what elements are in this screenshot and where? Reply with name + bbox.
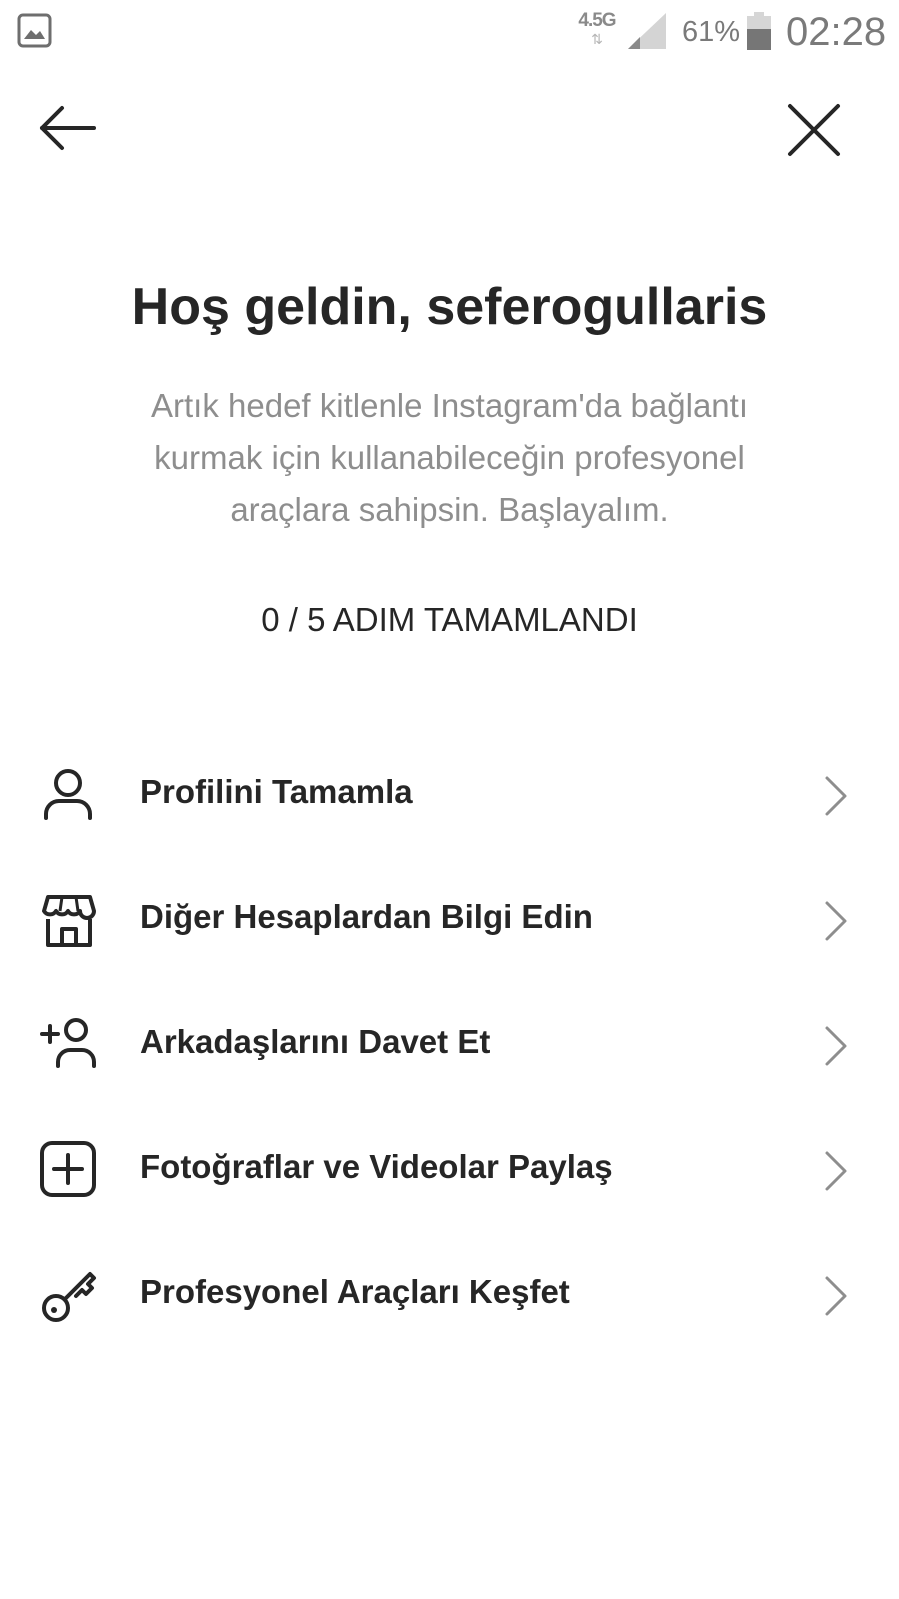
network-indicator: 4.5G ⇅: [576, 10, 618, 48]
chevron-right-icon: [825, 901, 847, 941]
chevron-right-icon: [825, 1151, 847, 1191]
close-icon[interactable]: [782, 98, 846, 162]
step-label: Profilini Tamamla: [140, 773, 413, 810]
page-title: Hoş geldin, seferogullaris: [131, 278, 768, 336]
page-subtitle: Artık hedef kitlenle Instagram'da bağlan…: [151, 387, 748, 528]
step-item-share-photos-videos[interactable]: Fotoğraflar ve Videolar Paylaş: [0, 1119, 899, 1244]
step-label: Diğer Hesaplardan Bilgi Edin: [140, 898, 593, 935]
status-bar: 4.5G ⇅ 61% 02:28: [0, 0, 899, 64]
chevron-right-icon: [825, 1026, 847, 1066]
step-list: Profilini Tamamla Diğer Hesaplardan Bilg…: [0, 744, 899, 1369]
clock: 02:28: [786, 10, 887, 54]
battery-icon: [747, 12, 771, 50]
battery-percent: 61%: [682, 16, 741, 48]
key-icon: [42, 1272, 96, 1322]
step-item-learn-from-accounts[interactable]: Diğer Hesaplardan Bilgi Edin: [0, 869, 899, 994]
signal-icon: [628, 13, 666, 49]
step-label: Profesyonel Araçları Keşfet: [140, 1273, 570, 1310]
chevron-right-icon: [825, 776, 847, 816]
image-icon: [17, 13, 52, 48]
add-person-icon: [40, 1018, 96, 1068]
step-item-complete-profile[interactable]: Profilini Tamamla: [0, 744, 899, 869]
add-square-icon: [40, 1141, 96, 1197]
chevron-right-icon: [825, 1276, 847, 1316]
step-label: Fotoğraflar ve Videolar Paylaş: [140, 1148, 613, 1185]
step-label: Arkadaşlarını Davet Et: [140, 1023, 491, 1060]
step-item-invite-friends[interactable]: Arkadaşlarını Davet Et: [0, 994, 899, 1119]
storefront-icon: [42, 895, 96, 947]
business-welcome-screen: 4.5G ⇅ 61% 02:28 Hoş geldin, seferogulla…: [0, 0, 899, 1599]
data-arrows-icon: ⇅: [591, 31, 603, 47]
progress-label: 0 / 5 ADIM TAMAMLANDI: [261, 601, 638, 638]
arrow-left-icon[interactable]: [36, 98, 104, 162]
network-type: 4.5G: [578, 10, 616, 31]
person-icon: [44, 769, 92, 820]
step-item-explore-pro-tools[interactable]: Profesyonel Araçları Keşfet: [0, 1244, 899, 1369]
